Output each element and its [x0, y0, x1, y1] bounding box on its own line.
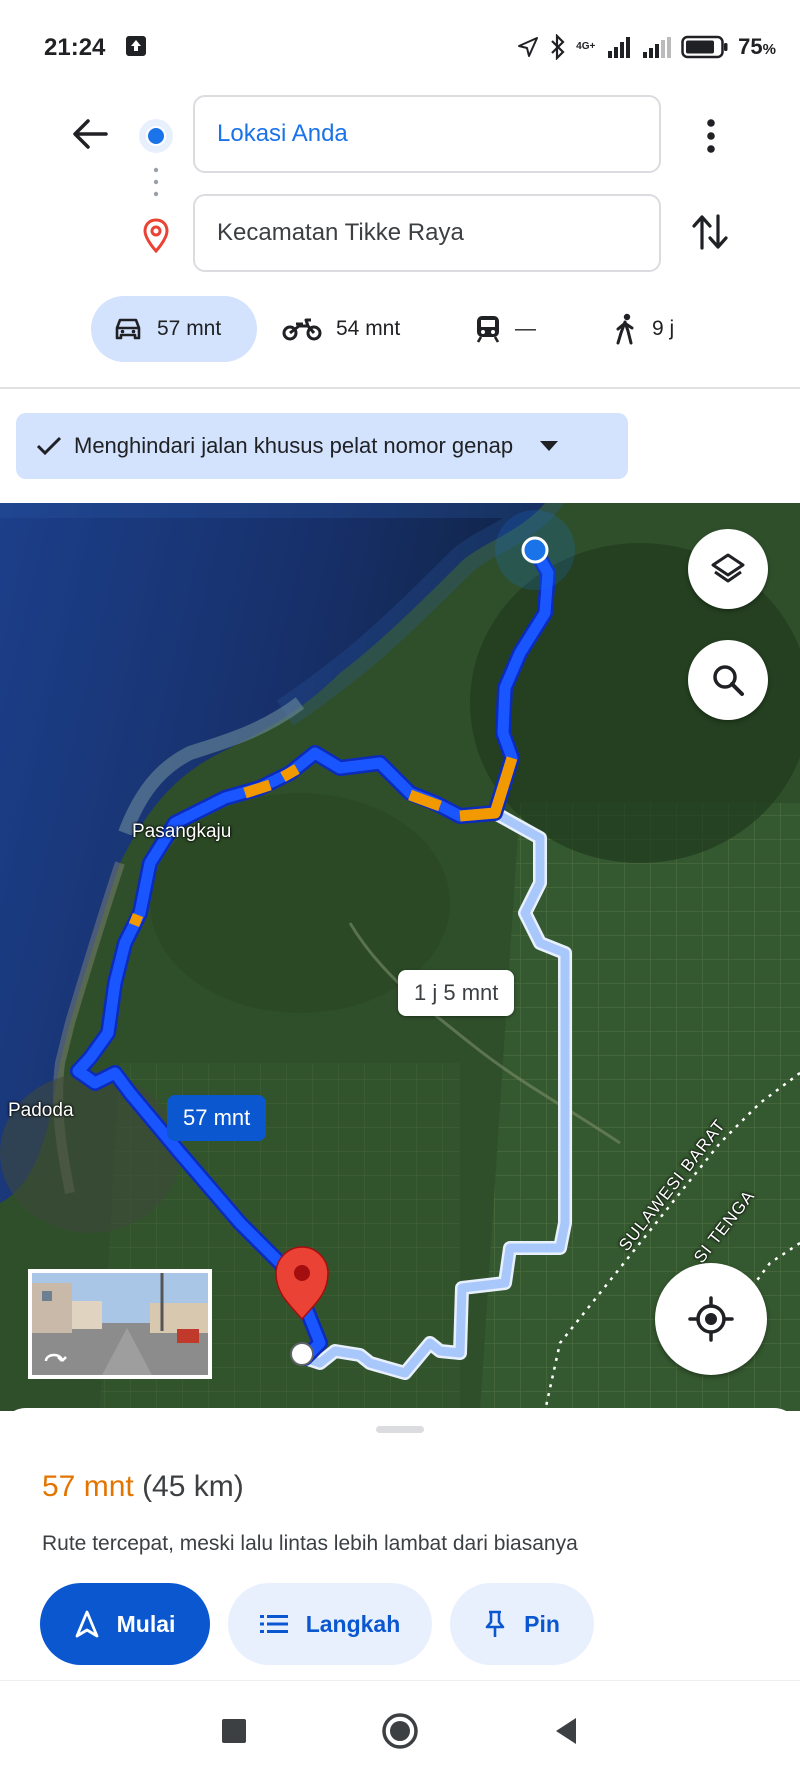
upload-icon [126, 36, 146, 56]
route-details-sheet: 57 mnt (45 km) Rute tercepat, meski lalu… [0, 1408, 800, 1678]
street-view-thumbnail[interactable] [28, 1269, 212, 1379]
walk-icon [616, 313, 634, 345]
route-option-label: Menghindari jalan khusus pelat nomor gen… [74, 433, 514, 458]
route-option-chip[interactable]: Menghindari jalan khusus pelat nomor gen… [16, 413, 628, 479]
status-bar: 21:24 4G+ 75% [0, 0, 800, 90]
steps-label: Langkah [305, 1610, 401, 1637]
street-view-image [32, 1273, 208, 1375]
map-label-pasangkaju: Pasangkaju [132, 821, 232, 842]
origin-input[interactable]: Lokasi Anda [193, 95, 661, 173]
start-navigation-button[interactable]: Mulai [40, 1583, 210, 1665]
recents-icon[interactable] [214, 1711, 254, 1751]
destination-input[interactable]: Kecamatan Tikke Raya [193, 194, 661, 272]
back-arrow-icon[interactable] [68, 112, 112, 156]
network-type: 4G+ [576, 41, 596, 52]
search-along-route-button[interactable] [688, 640, 768, 720]
origin-location-icon [139, 119, 173, 153]
status-time: 21:24 [44, 34, 106, 61]
battery-icon [681, 35, 728, 59]
map-view[interactable]: Pasangkaju Padoda SULAWESI BARAT SI TENG… [0, 503, 800, 1411]
route-description: Rute tercepat, meski lalu lintas lebih l… [42, 1532, 578, 1555]
destination-pin-icon [143, 218, 169, 254]
tab-motorcycle[interactable]: 54 mnt [282, 296, 400, 362]
location-arrow-icon [518, 37, 539, 57]
layers-icon [711, 553, 745, 583]
status-icons: 4G+ 75% [516, 32, 776, 62]
alternate-route-eta[interactable]: 1 j 5 mnt [398, 970, 515, 1016]
sheet-drag-handle[interactable] [376, 1426, 424, 1433]
train-icon [476, 316, 500, 343]
battery-percent: 75% [738, 34, 776, 59]
map-label-padoda: Padoda [8, 1100, 74, 1121]
dropdown-caret-icon [540, 441, 559, 451]
swap-directions-icon[interactable] [688, 210, 732, 254]
tab-drive-label: 57 mnt [157, 317, 222, 340]
signal-icon [643, 37, 672, 58]
tab-transit[interactable]: — [475, 296, 536, 362]
pin-label: Pin [524, 1610, 560, 1637]
tab-drive[interactable]: 57 mnt [91, 296, 257, 362]
tab-transit-label: — [515, 317, 536, 340]
motorcycle-icon [282, 318, 322, 341]
steps-button[interactable]: Langkah [228, 1583, 432, 1665]
signal-icon [608, 37, 631, 58]
home-icon[interactable] [380, 1711, 420, 1751]
more-options-icon[interactable] [696, 114, 726, 158]
route-connector-dots [153, 167, 159, 197]
travel-mode-tabs: 57 mnt 54 mnt — 9 j [0, 296, 800, 366]
tab-motorcycle-label: 54 mnt [336, 317, 401, 340]
bluetooth-icon [551, 34, 565, 60]
list-icon [259, 1615, 288, 1633]
pin-icon [485, 1610, 505, 1637]
search-icon [713, 665, 744, 696]
tab-walk-label: 9 j [652, 317, 675, 340]
tab-walk[interactable]: 9 j [612, 296, 674, 362]
pin-button[interactable]: Pin [450, 1583, 594, 1665]
check-icon [36, 436, 62, 456]
route-summary: 57 mnt (45 km) [42, 1470, 244, 1504]
route-duration: 57 mnt [42, 1470, 134, 1503]
car-icon [115, 318, 141, 340]
back-icon[interactable] [546, 1711, 586, 1751]
layers-button[interactable] [688, 529, 768, 609]
navigation-arrow-icon [75, 1610, 99, 1638]
my-location-icon [688, 1296, 734, 1342]
system-nav-bar [0, 1680, 800, 1778]
my-location-button[interactable] [655, 1263, 767, 1375]
main-route-eta[interactable]: 57 mnt [167, 1095, 267, 1141]
route-distance: (45 km) [142, 1470, 244, 1503]
header-divider [0, 387, 800, 389]
start-navigation-label: Mulai [116, 1610, 176, 1637]
